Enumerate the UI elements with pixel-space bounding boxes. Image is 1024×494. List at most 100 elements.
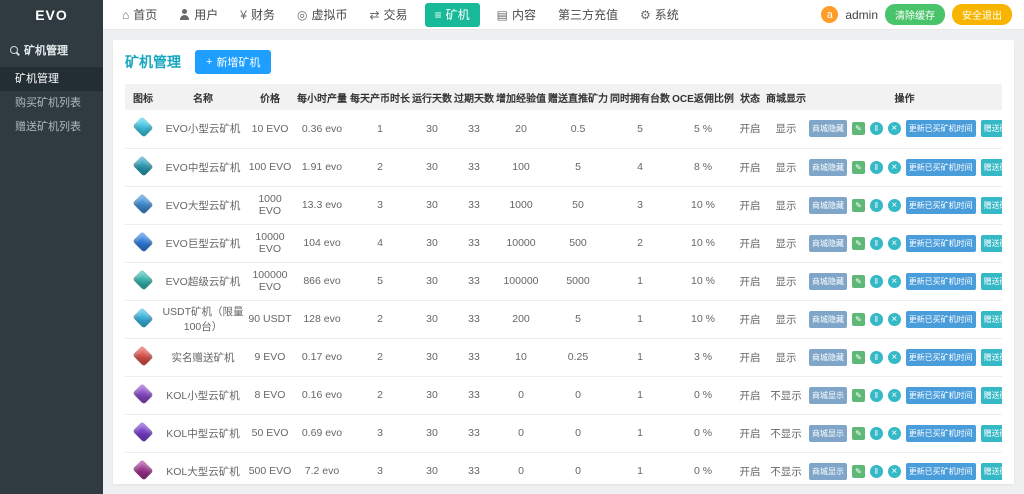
close-icon[interactable]: ×: [888, 351, 901, 364]
shop-toggle-button[interactable]: 商城显示: [809, 463, 847, 480]
gift-miner-button[interactable]: 赠送矿机: [981, 197, 1002, 214]
close-icon[interactable]: ×: [888, 122, 901, 135]
edit-icon[interactable]: ✎: [852, 122, 865, 135]
nav-miner[interactable]: ≡ 矿机: [425, 3, 480, 27]
edit-icon[interactable]: ✎: [852, 313, 865, 326]
update-bought-miner-button[interactable]: 更新已买矿机时间: [906, 273, 976, 290]
edit-icon[interactable]: ✎: [852, 465, 865, 478]
edit-icon[interactable]: ✎: [852, 161, 865, 174]
cell-expire_days: 33: [453, 338, 495, 376]
nav-content[interactable]: ▤ 内容: [486, 0, 547, 29]
finance-icon: ¥: [240, 9, 247, 21]
cell-expire_days: 33: [453, 110, 495, 148]
sidebar-item-gift-miner-list[interactable]: 赠送矿机列表: [0, 115, 103, 139]
sidebar-item-miner-manage[interactable]: 矿机管理: [0, 67, 103, 91]
cell-status: 开启: [735, 376, 765, 414]
nav-virtual-coin[interactable]: ◎ 虚拟币: [286, 0, 359, 29]
sidebar-item-buy-miner-list[interactable]: 购买矿机列表: [0, 91, 103, 115]
nav-third-party-recharge[interactable]: 第三方充值: [547, 0, 629, 29]
close-icon[interactable]: ×: [888, 161, 901, 174]
gift-miner-button[interactable]: 赠送矿机: [981, 425, 1002, 442]
cell-rebate: 8 %: [671, 148, 735, 186]
top-nav-menu: ⌂ 首页 用户 ¥ 财务 ◎ 虚拟币 ⇄ 交易: [111, 0, 690, 29]
gift-miner-button[interactable]: 赠送矿机: [981, 120, 1002, 137]
cell-actions: 商城显示 ✎ ‖ × 更新已买矿机时间 赠送矿机: [807, 452, 1002, 490]
update-bought-miner-button[interactable]: 更新已买矿机时间: [906, 463, 976, 480]
cell-max_count: 2: [609, 224, 671, 262]
pause-icon[interactable]: ‖: [870, 122, 883, 135]
edit-icon[interactable]: ✎: [852, 237, 865, 250]
pause-icon[interactable]: ‖: [870, 313, 883, 326]
clear-cache-button[interactable]: 清除缓存: [885, 4, 945, 25]
update-bought-miner-button[interactable]: 更新已买矿机时间: [906, 197, 976, 214]
close-icon[interactable]: ×: [888, 199, 901, 212]
shop-toggle-button[interactable]: 商城隐藏: [809, 159, 847, 176]
cell-price: 10 EVO: [245, 110, 295, 148]
shop-toggle-button[interactable]: 商城隐藏: [809, 197, 847, 214]
nav-trade[interactable]: ⇄ 交易: [358, 0, 418, 29]
nav-users[interactable]: 用户: [168, 0, 229, 29]
pause-icon[interactable]: ‖: [870, 465, 883, 478]
pause-icon[interactable]: ‖: [870, 427, 883, 440]
shop-toggle-button[interactable]: 商城隐藏: [809, 273, 847, 290]
nav-finance[interactable]: ¥ 财务: [229, 0, 286, 29]
avatar[interactable]: a: [821, 6, 838, 23]
nav-system[interactable]: ⚙ 系统: [629, 0, 690, 29]
close-icon[interactable]: ×: [888, 275, 901, 288]
cell-price: 100000 EVO: [245, 262, 295, 300]
gift-miner-button[interactable]: 赠送矿机: [981, 387, 1002, 404]
shop-toggle-button[interactable]: 商城隐藏: [809, 349, 847, 366]
gift-miner-button[interactable]: 赠送矿机: [981, 273, 1002, 290]
gift-miner-button[interactable]: 赠送矿机: [981, 463, 1002, 480]
update-bought-miner-button[interactable]: 更新已买矿机时间: [906, 235, 976, 252]
edit-icon[interactable]: ✎: [852, 199, 865, 212]
close-icon[interactable]: ×: [888, 237, 901, 250]
edit-icon[interactable]: ✎: [852, 275, 865, 288]
gear-icon: ⚙: [640, 9, 651, 21]
column-header-expire-days: 过期天数: [453, 84, 495, 110]
pause-icon[interactable]: ‖: [870, 275, 883, 288]
cell-actions: 商城显示 ✎ ‖ × 更新已买矿机时间 赠送矿机: [807, 414, 1002, 452]
cell-hours: 2: [349, 338, 411, 376]
cell-hourly: 0.69 evo: [295, 414, 349, 452]
close-icon[interactable]: ×: [888, 389, 901, 402]
close-icon[interactable]: ×: [888, 427, 901, 440]
nav-virtual-coin-label: 虚拟币: [311, 6, 347, 23]
cell-name: USDT矿机（限量100台）: [161, 300, 245, 338]
update-bought-miner-button[interactable]: 更新已买矿机时间: [906, 349, 976, 366]
gift-miner-button[interactable]: 赠送矿机: [981, 311, 1002, 328]
shop-toggle-button[interactable]: 商城显示: [809, 425, 847, 442]
pause-icon[interactable]: ‖: [870, 161, 883, 174]
pause-icon[interactable]: ‖: [870, 389, 883, 402]
gift-miner-button[interactable]: 赠送矿机: [981, 159, 1002, 176]
edit-icon[interactable]: ✎: [852, 351, 865, 364]
add-miner-button[interactable]: + 新增矿机: [195, 50, 271, 74]
edit-icon[interactable]: ✎: [852, 427, 865, 440]
shop-toggle-button[interactable]: 商城隐藏: [809, 235, 847, 252]
main-area: ⌂ 首页 用户 ¥ 财务 ◎ 虚拟币 ⇄ 交易: [103, 0, 1024, 494]
pause-icon[interactable]: ‖: [870, 351, 883, 364]
shop-toggle-button[interactable]: 商城隐藏: [809, 120, 847, 137]
update-bought-miner-button[interactable]: 更新已买矿机时间: [906, 387, 976, 404]
update-bought-miner-button[interactable]: 更新已买矿机时间: [906, 425, 976, 442]
gift-miner-button[interactable]: 赠送矿机: [981, 235, 1002, 252]
pause-icon[interactable]: ‖: [870, 199, 883, 212]
shop-toggle-button[interactable]: 商城隐藏: [809, 311, 847, 328]
update-bought-miner-button[interactable]: 更新已买矿机时间: [906, 311, 976, 328]
sidebar-section-label: 矿机管理: [24, 42, 68, 58]
nav-home[interactable]: ⌂ 首页: [111, 0, 168, 29]
cell-price: 9 EVO: [245, 338, 295, 376]
update-bought-miner-button[interactable]: 更新已买矿机时间: [906, 120, 976, 137]
update-bought-miner-button[interactable]: 更新已买矿机时间: [906, 159, 976, 176]
cell-max_count: 4: [609, 148, 671, 186]
cell-status: 开启: [735, 110, 765, 148]
shop-toggle-button[interactable]: 商城显示: [809, 387, 847, 404]
close-icon[interactable]: ×: [888, 465, 901, 478]
gift-miner-button[interactable]: 赠送矿机: [981, 349, 1002, 366]
cell-status: 开启: [735, 452, 765, 490]
pause-icon[interactable]: ‖: [870, 237, 883, 250]
edit-icon[interactable]: ✎: [852, 389, 865, 402]
logout-button[interactable]: 安全退出: [952, 4, 1012, 25]
page-title: 矿机管理: [125, 52, 181, 72]
close-icon[interactable]: ×: [888, 313, 901, 326]
